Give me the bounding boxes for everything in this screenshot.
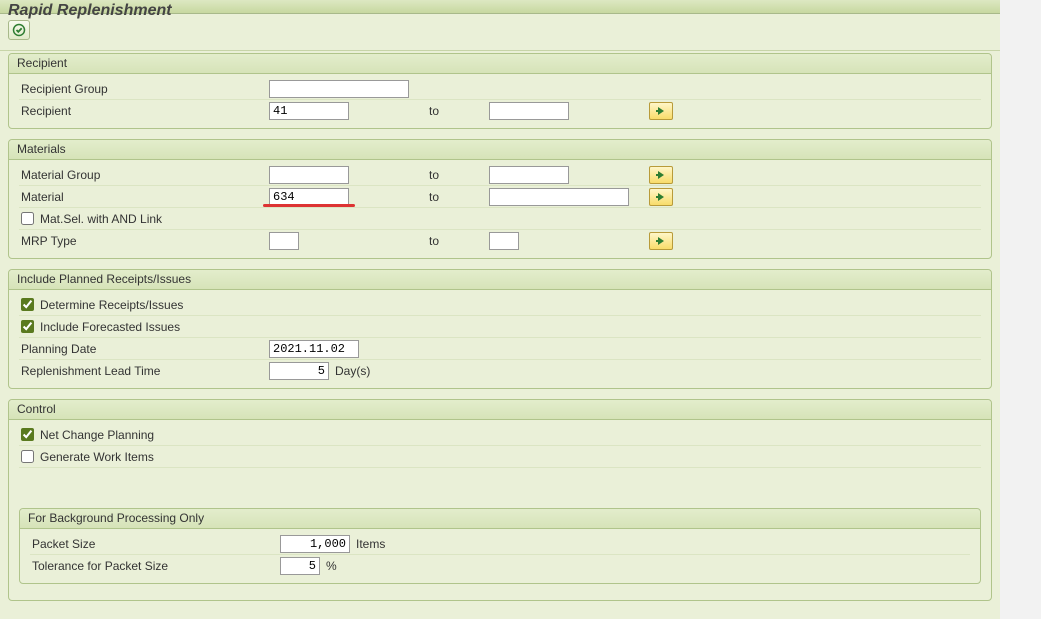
tolerance-unit: % (320, 559, 337, 573)
group-background-processing-title: For Background Processing Only (20, 509, 980, 529)
toolbar (0, 14, 1000, 51)
main-form: Rapid Replenishment Recipient Recipient … (0, 0, 1000, 619)
multi-select-icon (658, 107, 664, 115)
mrp-type-range-button[interactable] (649, 232, 673, 250)
group-materials: Materials Material Group to (8, 139, 992, 259)
material-group-label: Material Group (19, 168, 269, 182)
packet-size-unit: Items (350, 537, 385, 551)
mrp-type-to-label: to (429, 234, 489, 248)
planning-date-label: Planning Date (19, 342, 269, 356)
gen-work-label: Generate Work Items (40, 450, 154, 464)
matsel-checkbox[interactable] (21, 212, 34, 225)
net-change-checkbox[interactable] (21, 428, 34, 441)
net-change-label: Net Change Planning (40, 428, 154, 442)
material-to-input[interactable] (489, 188, 629, 206)
material-group-from-input[interactable] (269, 166, 349, 184)
group-materials-title: Materials (9, 140, 991, 160)
tolerance-input[interactable] (280, 557, 320, 575)
planning-date-input[interactable] (269, 340, 359, 358)
material-label: Material (19, 190, 269, 204)
recipient-range-button[interactable] (649, 102, 673, 120)
include-forecasted-label: Include Forecasted Issues (40, 320, 180, 334)
material-range-button[interactable] (649, 188, 673, 206)
recipient-group-label: Recipient Group (19, 82, 269, 96)
material-group-range-button[interactable] (649, 166, 673, 184)
material-group-to-input[interactable] (489, 166, 569, 184)
determine-receipts-checkbox[interactable] (21, 298, 34, 311)
group-recipient-title: Recipient (9, 54, 991, 74)
group-planned: Include Planned Receipts/Issues Determin… (8, 269, 992, 389)
recipient-to-label: to (429, 104, 489, 118)
gen-work-checkbox[interactable] (21, 450, 34, 463)
multi-select-icon (658, 171, 664, 179)
rlt-input[interactable] (269, 362, 329, 380)
matsel-label: Mat.Sel. with AND Link (40, 212, 162, 226)
mrp-type-from-input[interactable] (269, 232, 299, 250)
execute-button[interactable] (8, 20, 30, 40)
rlt-label: Replenishment Lead Time (19, 364, 269, 378)
recipient-label: Recipient (19, 104, 269, 118)
group-recipient: Recipient Recipient Group Recipient to (8, 53, 992, 129)
page-title: Rapid Replenishment (0, 0, 1000, 14)
include-forecasted-checkbox[interactable] (21, 320, 34, 333)
material-group-to-label: to (429, 168, 489, 182)
group-background-processing: For Background Processing Only Packet Si… (19, 508, 981, 584)
recipient-group-input[interactable] (269, 80, 409, 98)
multi-select-icon (658, 193, 664, 201)
packet-size-input[interactable] (280, 535, 350, 553)
mrp-type-label: MRP Type (19, 234, 269, 248)
mrp-type-to-input[interactable] (489, 232, 519, 250)
group-planned-title: Include Planned Receipts/Issues (9, 270, 991, 290)
rlt-unit: Day(s) (329, 364, 370, 378)
group-control-title: Control (9, 400, 991, 420)
packet-size-label: Packet Size (30, 537, 280, 551)
recipient-from-input[interactable] (269, 102, 349, 120)
material-from-input[interactable] (269, 188, 349, 206)
group-control: Control Net Change Planning Generate Wor… (8, 399, 992, 601)
tolerance-label: Tolerance for Packet Size (30, 559, 280, 573)
recipient-to-input[interactable] (489, 102, 569, 120)
determine-receipts-label: Determine Receipts/Issues (40, 298, 183, 312)
material-to-label: to (429, 190, 489, 204)
multi-select-icon (658, 237, 664, 245)
execute-icon (12, 23, 26, 37)
